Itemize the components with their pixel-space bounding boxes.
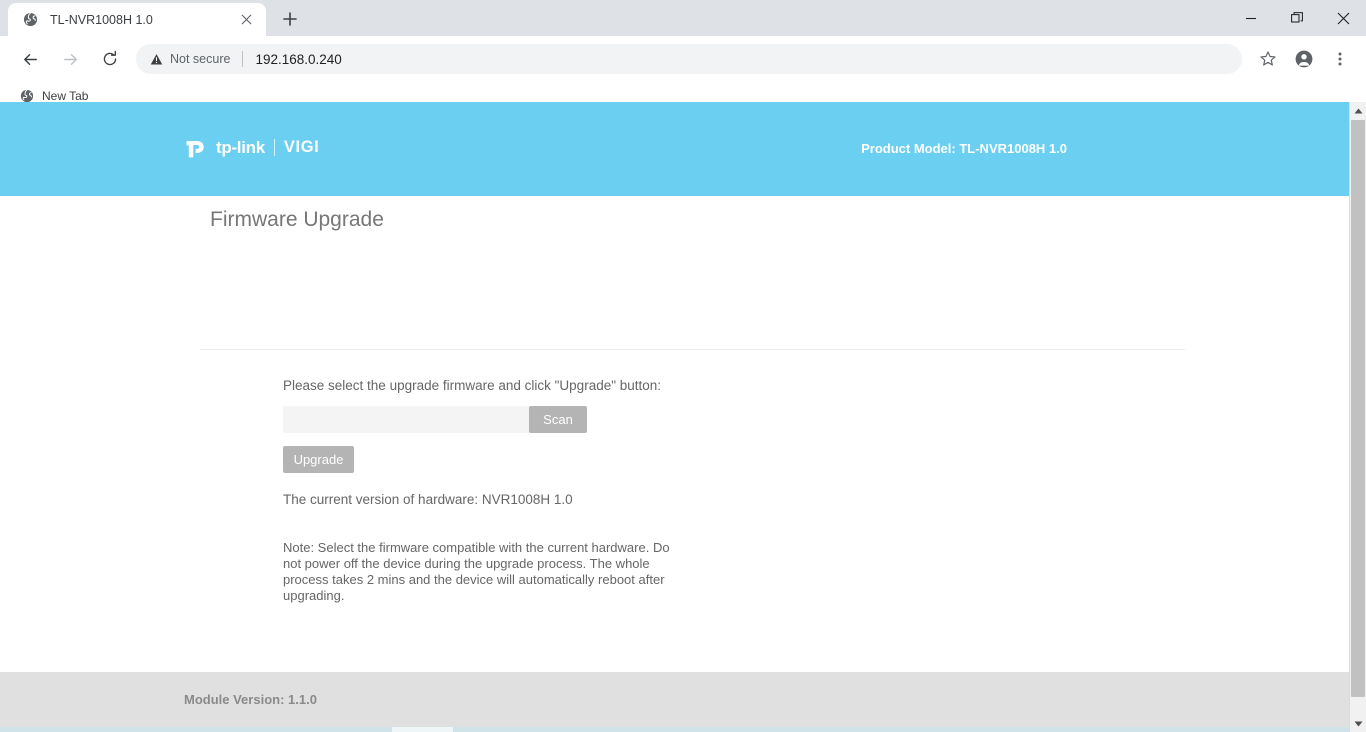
three-dot-menu-icon[interactable]: [1325, 44, 1355, 74]
module-version-label: Module Version: 1.1.0: [184, 692, 317, 707]
warning-triangle-icon: [150, 53, 163, 66]
page-title: Firmware Upgrade: [210, 208, 384, 231]
browser-window: TL-NVR1008H 1.0 Not secure 192.168.0.240…: [0, 0, 1366, 732]
logo-secondary-text: VIGI: [283, 138, 320, 156]
web-page: tp-link VIGI Product Model: TL-NVR1008H …: [0, 102, 1349, 732]
brand-logo: tp-link VIGI: [184, 135, 319, 160]
scroll-up-arrow-icon[interactable]: [1350, 102, 1366, 119]
product-model-label: Product Model: TL-NVR1008H 1.0: [861, 141, 1067, 156]
address-bar[interactable]: Not secure 192.168.0.240: [136, 44, 1242, 74]
file-select-row: Scan: [283, 406, 587, 433]
new-tab-plus-icon[interactable]: [276, 5, 304, 33]
window-controls: [1228, 0, 1366, 36]
main-content: Firmware Upgrade Please select the upgra…: [0, 196, 1349, 672]
form-instruction: Please select the upgrade firmware and c…: [283, 378, 662, 393]
url-text[interactable]: 192.168.0.240: [255, 52, 1228, 67]
globe-icon: [22, 12, 38, 28]
site-header: tp-link VIGI Product Model: TL-NVR1008H …: [0, 102, 1349, 196]
taskbar-peek-strip: [0, 727, 1349, 732]
hardware-version-text: The current version of hardware: NVR1008…: [283, 492, 573, 507]
close-icon[interactable]: [236, 10, 256, 30]
tab-strip: TL-NVR1008H 1.0: [0, 0, 1366, 36]
firmware-file-input[interactable]: [283, 406, 529, 433]
tp-link-logo-icon: [184, 135, 209, 160]
back-arrow-icon[interactable]: [15, 44, 45, 74]
star-icon[interactable]: [1253, 44, 1283, 74]
upgrade-button[interactable]: Upgrade: [283, 446, 354, 473]
close-icon[interactable]: [1320, 0, 1366, 36]
scrollbar-thumb[interactable]: [1351, 120, 1365, 697]
site-footer: Module Version: 1.1.0: [0, 672, 1349, 732]
vertical-scrollbar[interactable]: [1349, 102, 1366, 732]
tab-title: TL-NVR1008H 1.0: [50, 12, 153, 27]
bookmark-label: New Tab: [42, 89, 89, 103]
omnibox-divider: [242, 51, 244, 67]
firmware-upgrade-form: Please select the upgrade firmware and c…: [283, 378, 983, 604]
security-status[interactable]: Not secure: [150, 52, 230, 66]
forward-arrow-icon: [55, 44, 85, 74]
upgrade-note-text: Note: Select the firmware compatible wit…: [283, 540, 670, 603]
scan-button[interactable]: Scan: [529, 406, 587, 433]
scroll-down-arrow-icon[interactable]: [1350, 715, 1366, 732]
taskbar-peek-highlight: [392, 727, 453, 732]
logo-divider: [273, 139, 275, 156]
globe-icon: [20, 89, 34, 103]
page-viewport: tp-link VIGI Product Model: TL-NVR1008H …: [0, 102, 1366, 732]
title-divider: [200, 349, 1185, 350]
logo-primary-text: tp-link: [216, 137, 265, 157]
account-avatar-icon[interactable]: [1289, 44, 1319, 74]
browser-toolbar: Not secure 192.168.0.240: [0, 36, 1366, 82]
browser-tab[interactable]: TL-NVR1008H 1.0: [8, 3, 266, 36]
restore-icon[interactable]: [1274, 0, 1320, 36]
reload-icon[interactable]: [95, 44, 125, 74]
minimize-icon[interactable]: [1228, 0, 1274, 36]
security-label: Not secure: [170, 52, 231, 66]
